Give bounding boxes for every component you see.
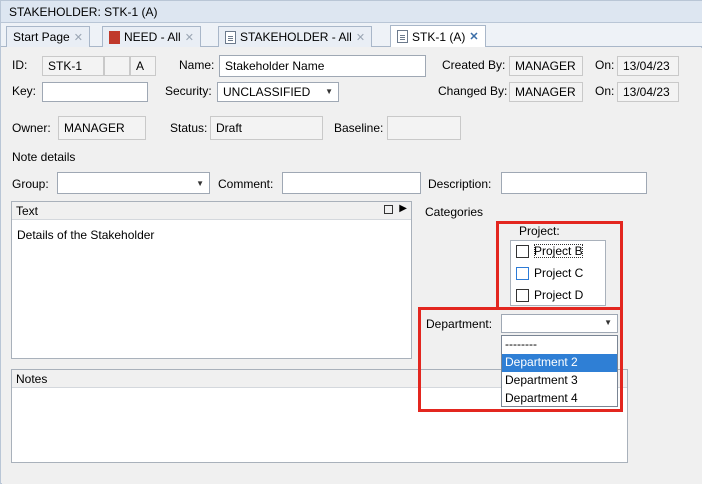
project-highlight-box [496, 221, 623, 310]
note-details-label: Note details [12, 150, 76, 164]
tab-label: STAKEHOLDER - All [240, 30, 352, 44]
notes-panel-title: Notes [16, 372, 48, 386]
text-panel-title: Text [16, 204, 39, 218]
changed-by-label: Changed By: [438, 84, 508, 98]
owner-field[interactable]: MANAGER [58, 116, 146, 140]
close-icon[interactable]: ✕ [74, 31, 83, 44]
document-icon [109, 30, 120, 44]
window-title-bar: STAKEHOLDER: STK-1 (A) [1, 1, 702, 23]
id-label: ID: [12, 58, 28, 72]
changed-by-field[interactable]: MANAGER [509, 82, 583, 102]
chevron-down-icon: ▼ [325, 87, 333, 96]
department-highlight-box [418, 307, 623, 412]
baseline-field[interactable] [387, 116, 461, 140]
baseline-label: Baseline: [334, 121, 384, 135]
name-label: Name: [179, 58, 215, 72]
tab-need-all[interactable]: NEED - All ✕ [102, 26, 201, 47]
tab-stk-1[interactable]: STK-1 (A) ✕ [390, 25, 486, 47]
form-area: ID: STK-1 A Name: Stakeholder Name Creat… [2, 48, 702, 484]
security-label: Security: [165, 84, 212, 98]
created-by-label: Created By: [442, 58, 506, 72]
categories-label: Categories [425, 205, 484, 219]
status-label: Status: [170, 121, 208, 135]
security-value: UNCLASSIFIED [223, 85, 311, 99]
close-icon[interactable]: ✕ [185, 31, 194, 44]
tab-stakeholder-all[interactable]: STAKEHOLDER - All ✕ [218, 26, 373, 47]
comment-input[interactable] [282, 172, 421, 194]
created-by-field[interactable]: MANAGER [509, 56, 583, 76]
status-field[interactable]: Draft [210, 116, 323, 140]
group-label: Group: [12, 177, 49, 191]
document-icon [397, 30, 408, 43]
key-input[interactable] [42, 82, 148, 102]
expand-right-icon[interactable]: ▶ [399, 203, 407, 214]
id-version-field[interactable]: A [130, 56, 156, 76]
name-input[interactable]: Stakeholder Name [219, 55, 426, 77]
owner-label: Owner: [12, 121, 51, 135]
window-title: STAKEHOLDER: STK-1 (A) [9, 5, 158, 19]
close-icon[interactable]: ✕ [469, 30, 478, 43]
changed-on-field[interactable]: 13/04/23 [617, 82, 679, 102]
close-icon[interactable]: ✕ [356, 31, 365, 44]
text-panel-body[interactable]: Details of the Stakeholder [12, 220, 411, 250]
security-select[interactable]: UNCLASSIFIED ▼ [217, 82, 339, 102]
description-input[interactable] [501, 172, 647, 194]
tab-label: Start Page [13, 30, 70, 44]
comment-label: Comment: [218, 177, 274, 191]
group-select[interactable]: ▼ [57, 172, 210, 194]
key-label: Key: [12, 84, 37, 98]
created-on-label: On: [595, 58, 615, 72]
tab-start-page[interactable]: Start Page ✕ [6, 26, 90, 47]
tab-label: STK-1 (A) [412, 29, 466, 44]
changed-on-label: On: [595, 84, 615, 98]
maximize-icon[interactable] [384, 205, 393, 214]
tab-label: NEED - All [124, 30, 181, 44]
text-panel: Text ▶ Details of the Stakeholder [11, 201, 412, 359]
chevron-down-icon: ▼ [196, 179, 204, 188]
id-extra-field[interactable] [104, 56, 130, 76]
created-on-field[interactable]: 13/04/23 [617, 56, 679, 76]
text-panel-header: Text ▶ [12, 202, 411, 220]
tab-strip: Start Page ✕ NEED - All ✕ STAKEHOLDER - … [1, 23, 702, 47]
description-label: Description: [428, 177, 492, 191]
document-icon [225, 30, 236, 44]
app-window: STAKEHOLDER: STK-1 (A) Start Page ✕ NEED… [0, 0, 702, 484]
id-field[interactable]: STK-1 [42, 56, 104, 76]
